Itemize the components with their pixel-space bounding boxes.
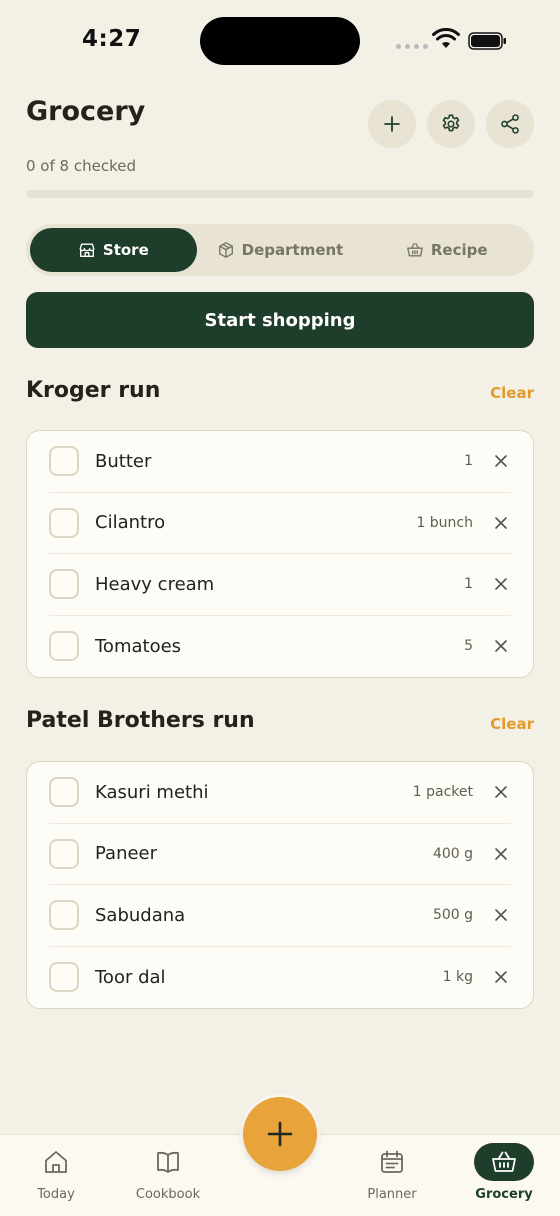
close-icon	[495, 516, 507, 529]
start-shopping-button[interactable]: Start shopping	[26, 292, 534, 348]
list-item: Toor dal 1 kg	[49, 947, 511, 1009]
item-quantity: 1 packet	[412, 784, 473, 801]
book-icon	[157, 1151, 179, 1173]
item-quantity: 1 bunch	[416, 514, 473, 531]
remove-item-button[interactable]	[491, 844, 511, 864]
close-icon	[495, 971, 507, 984]
close-icon	[495, 455, 507, 468]
checked-count: 0 of 8 checked	[26, 157, 136, 175]
nav-planner[interactable]: Planner	[342, 1143, 442, 1202]
item-quantity: 1	[464, 453, 473, 470]
tab-department[interactable]: Department	[197, 228, 364, 272]
item-name: Butter	[95, 450, 152, 472]
progress-bar	[26, 190, 534, 198]
list-item: Butter 1	[49, 431, 511, 493]
item-name: Sabudana	[95, 904, 186, 926]
dynamic-island	[200, 17, 360, 65]
tab-recipe[interactable]: Recipe	[363, 228, 530, 272]
remove-item-button[interactable]	[491, 782, 511, 802]
item-checkbox[interactable]	[49, 507, 79, 538]
item-checkbox[interactable]	[49, 838, 79, 869]
nav-icon-wrap	[26, 1143, 86, 1181]
group-by-tabs: Store Department Recipe	[26, 224, 534, 276]
item-quantity: 500 g	[432, 907, 473, 924]
item-name: Tomatoes	[95, 635, 182, 657]
tab-recipe-label: Recipe	[430, 241, 488, 259]
header-actions	[368, 100, 534, 148]
store-list-card: Butter 1 Cilantro 1 bunch Heavy cream 1 …	[26, 430, 534, 678]
basket-icon	[492, 1151, 516, 1172]
battery-icon	[468, 32, 506, 50]
home-icon	[45, 1151, 67, 1173]
nav-cookbook[interactable]: Cookbook	[118, 1143, 218, 1202]
item-quantity: 1	[464, 576, 473, 593]
item-name: Toor dal	[95, 966, 166, 988]
clear-button[interactable]: Clear	[490, 715, 534, 733]
signal-icon	[396, 44, 428, 49]
share-button[interactable]	[486, 100, 534, 148]
item-checkbox[interactable]	[49, 962, 79, 993]
basket-icon	[406, 243, 423, 257]
item-checkbox[interactable]	[49, 631, 79, 662]
nav-icon-wrap	[362, 1143, 422, 1181]
item-name: Kasuri methi	[95, 781, 209, 803]
remove-item-button[interactable]	[491, 967, 511, 987]
tab-store-label: Store	[102, 241, 149, 259]
item-name: Heavy cream	[95, 573, 215, 595]
box-icon	[218, 242, 233, 258]
section-title: Kroger run	[26, 378, 161, 403]
add-item-button[interactable]	[368, 100, 416, 148]
list-item: Sabudana 500 g	[49, 885, 511, 947]
status-bar: 4:27	[0, 0, 560, 80]
list-item: Cilantro 1 bunch	[49, 493, 511, 554]
remove-item-button[interactable]	[491, 451, 511, 471]
item-quantity: 1 kg	[442, 969, 473, 986]
remove-item-button[interactable]	[491, 513, 511, 533]
nav-today[interactable]: Today	[6, 1143, 106, 1202]
list-item: Kasuri methi 1 packet	[49, 762, 511, 824]
item-name: Cilantro	[95, 512, 166, 534]
list-item: Tomatoes 5	[49, 616, 511, 678]
plus-icon	[267, 1121, 293, 1147]
section-title: Patel Brothers run	[26, 708, 255, 733]
nav-icon-wrap	[138, 1143, 198, 1181]
clear-button[interactable]: Clear	[490, 384, 534, 402]
remove-item-button[interactable]	[491, 905, 511, 925]
item-checkbox[interactable]	[49, 569, 79, 600]
item-checkbox[interactable]	[49, 777, 79, 808]
item-quantity: 5	[464, 638, 473, 655]
nav-grocery[interactable]: Grocery	[454, 1143, 554, 1202]
item-quantity: 400 g	[432, 845, 473, 862]
settings-button[interactable]	[427, 100, 475, 148]
wifi-icon	[432, 28, 460, 48]
remove-item-button[interactable]	[491, 574, 511, 594]
list-item: Paneer 400 g	[49, 824, 511, 885]
remove-item-button[interactable]	[491, 636, 511, 656]
list-item: Heavy cream 1	[49, 554, 511, 616]
quick-add-button[interactable]	[243, 1097, 317, 1171]
item-checkbox[interactable]	[49, 446, 79, 477]
nav-label: Cookbook	[135, 1187, 201, 1202]
plus-icon	[384, 116, 400, 132]
status-time: 4:27	[82, 26, 142, 52]
store-icon	[79, 243, 95, 257]
share-icon	[501, 114, 519, 134]
page-title: Grocery	[26, 96, 146, 127]
store-list-card: Kasuri methi 1 packet Paneer 400 g Sabud…	[26, 761, 534, 1009]
item-name: Paneer	[95, 843, 158, 865]
tab-store[interactable]: Store	[30, 228, 197, 272]
close-icon	[495, 909, 507, 922]
tab-department-label: Department	[241, 241, 344, 259]
gear-icon	[442, 114, 460, 132]
close-icon	[495, 847, 507, 860]
item-checkbox[interactable]	[49, 900, 79, 931]
nav-label: Grocery	[475, 1187, 533, 1202]
calendar-icon	[381, 1150, 403, 1173]
close-icon	[495, 640, 507, 653]
nav-label: Today	[37, 1187, 75, 1202]
close-icon	[495, 786, 507, 799]
nav-label: Planner	[367, 1187, 417, 1202]
nav-icon-wrap	[474, 1143, 534, 1181]
close-icon	[495, 578, 507, 591]
